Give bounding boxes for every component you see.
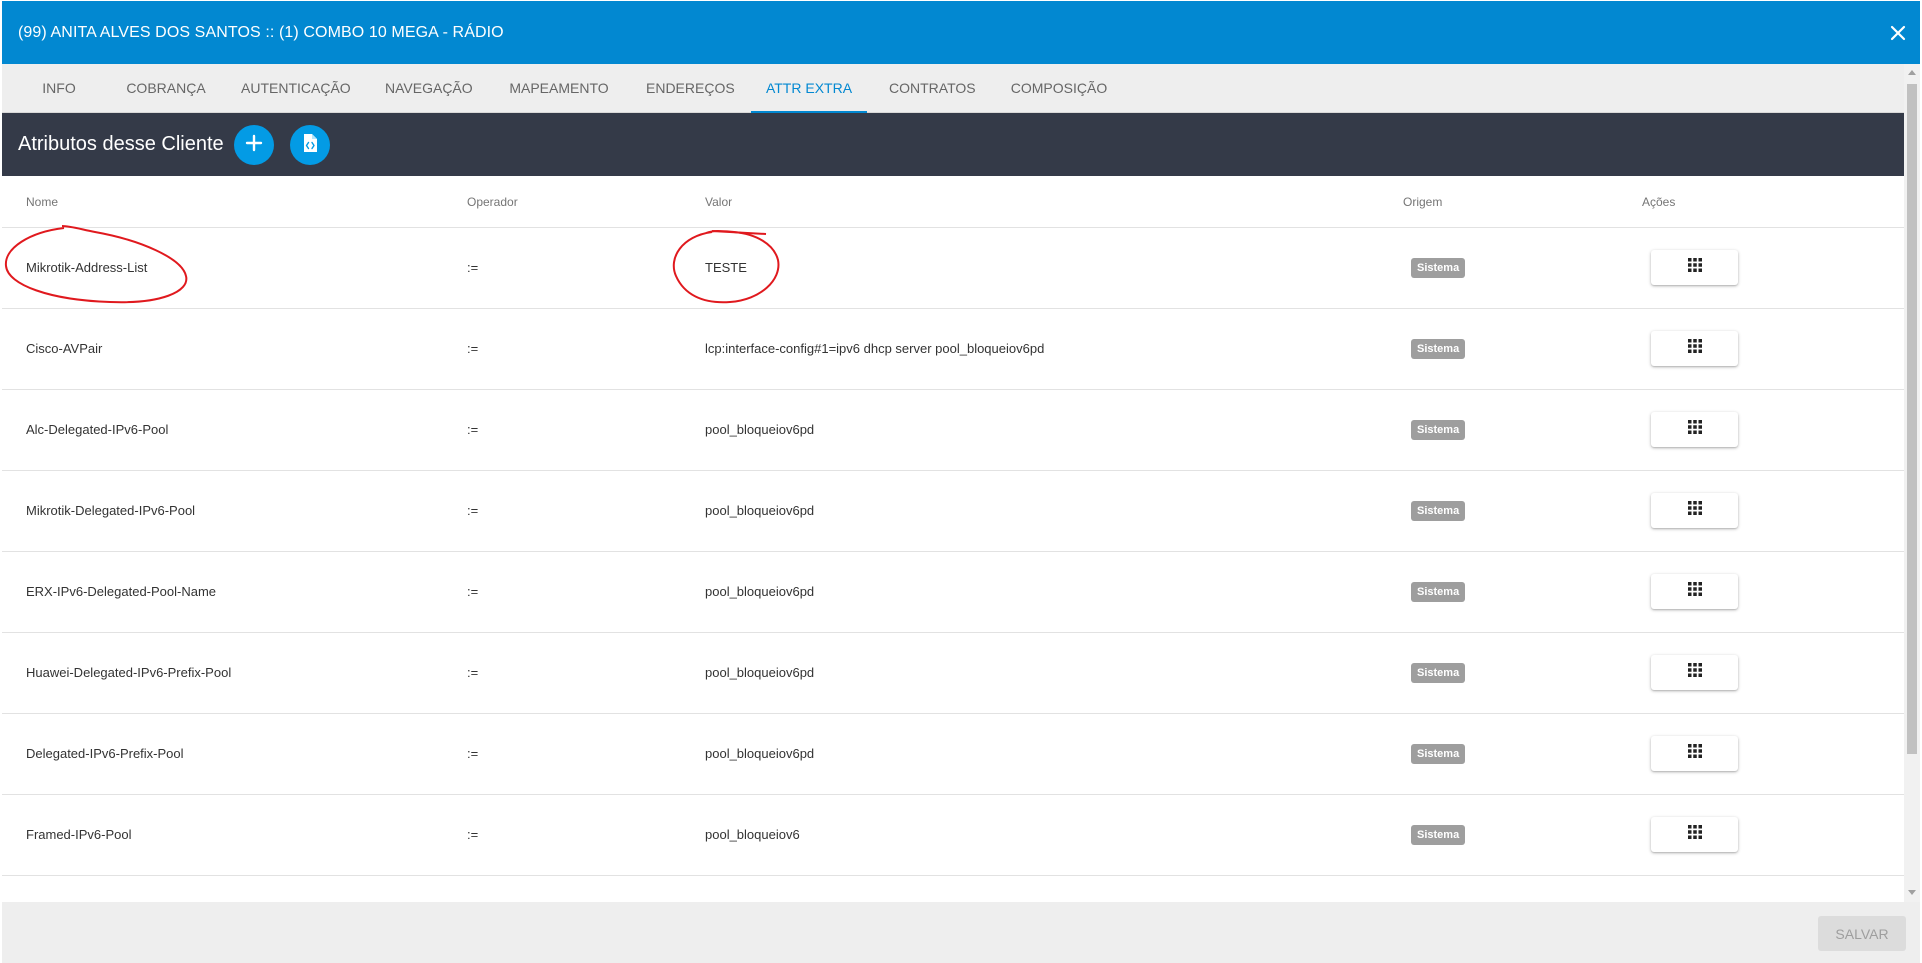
table-header: Nome Operador Valor Origem Ações <box>2 176 1904 228</box>
column-header-operador[interactable]: Operador <box>467 194 518 210</box>
dialog-footer: SALVAR <box>2 902 1920 963</box>
tab-attr-extra[interactable]: ATTR EXTRA <box>751 64 867 113</box>
cell-nome: Huawei-Delegated-IPv6-Prefix-Pool <box>26 665 232 680</box>
cell-operador: := <box>467 503 479 518</box>
section-toolbar: Atributos desse Cliente <box>2 113 1904 176</box>
row-actions-button[interactable] <box>1651 493 1738 528</box>
table-row: ERX-IPv6-Delegated-Pool-Name := pool_blo… <box>2 552 1904 633</box>
grid-menu-icon <box>1687 662 1703 683</box>
table-row: Cisco-AVPair := lcp:interface-config#1=i… <box>2 309 1904 390</box>
column-header-nome[interactable]: Nome <box>26 194 58 210</box>
column-header-origem[interactable]: Origem <box>1403 194 1442 210</box>
origin-badge: Sistema <box>1411 663 1466 683</box>
tab-composicao[interactable]: COMPOSIÇÃO <box>1010 64 1108 112</box>
tab-autenticacao[interactable]: AUTENTICAÇÃO <box>241 64 351 112</box>
table-row: Mikrotik-Delegated-IPv6-Pool := pool_blo… <box>2 471 1904 552</box>
table-row: Framed-IPv6-Pool := pool_bloqueiov6 Sist… <box>2 795 1904 876</box>
table-row: Mikrotik-Address-List := TESTE Sistema <box>2 228 1904 309</box>
dialog-title: (99) ANITA ALVES DOS SANTOS :: (1) COMBO… <box>18 24 504 41</box>
scrollbar-thumb[interactable] <box>1907 84 1917 754</box>
cell-nome: Framed-IPv6-Pool <box>26 827 132 842</box>
cell-operador: := <box>467 341 479 356</box>
table-row: Delegated-IPv6-Prefix-Pool := pool_bloqu… <box>2 714 1904 795</box>
origin-badge: Sistema <box>1411 582 1466 602</box>
column-header-acoes: Ações <box>1642 195 1676 209</box>
row-actions-button[interactable] <box>1651 736 1738 771</box>
save-button[interactable]: SALVAR <box>1818 916 1906 951</box>
scroll-up-arrow-icon[interactable] <box>1908 70 1916 75</box>
scroll-down-arrow-icon[interactable] <box>1908 890 1916 895</box>
cell-valor: pool_bloqueiov6pd <box>705 665 815 680</box>
origin-badge: Sistema <box>1411 825 1466 845</box>
cell-valor: pool_bloqueiov6pd <box>705 584 815 599</box>
cell-valor: pool_bloqueiov6pd <box>705 503 815 518</box>
cell-nome: Cisco-AVPair <box>26 341 103 356</box>
tab-cobranca[interactable]: COBRANÇA <box>126 64 206 112</box>
dialog-titlebar: (99) ANITA ALVES DOS SANTOS :: (1) COMBO… <box>2 1 1920 64</box>
plus-icon <box>245 134 263 157</box>
grid-menu-icon <box>1687 824 1703 845</box>
add-attribute-button[interactable] <box>234 125 274 165</box>
cell-operador: := <box>467 260 479 275</box>
cell-nome: Delegated-IPv6-Prefix-Pool <box>26 746 184 761</box>
tab-contratos[interactable]: CONTRATOS <box>889 64 976 112</box>
cell-valor: pool_bloqueiov6 <box>705 827 800 842</box>
cell-operador: := <box>467 746 479 761</box>
grid-menu-icon <box>1687 581 1703 602</box>
grid-menu-icon <box>1687 500 1703 521</box>
tab-info[interactable]: INFO <box>40 64 78 112</box>
grid-menu-icon <box>1687 338 1703 359</box>
row-actions-button[interactable] <box>1651 574 1738 609</box>
row-actions-button[interactable] <box>1651 331 1738 366</box>
tab-mapeamento[interactable]: MAPEAMENTO <box>509 64 609 112</box>
tab-navegacao[interactable]: NAVEGAÇÃO <box>385 64 473 112</box>
cell-operador: := <box>467 827 479 842</box>
grid-menu-icon <box>1687 419 1703 440</box>
origin-badge: Sistema <box>1411 339 1466 359</box>
code-export-button[interactable] <box>290 125 330 165</box>
grid-menu-icon <box>1687 257 1703 278</box>
section-heading: Atributos desse Cliente <box>18 133 224 155</box>
cell-valor: TESTE <box>705 260 747 275</box>
column-header-valor[interactable]: Valor <box>705 194 732 210</box>
code-file-icon <box>301 133 319 158</box>
cell-operador: := <box>467 422 479 437</box>
origin-badge: Sistema <box>1411 258 1466 278</box>
cell-nome: Alc-Delegated-IPv6-Pool <box>26 422 169 437</box>
tab-enderecos[interactable]: ENDEREÇOS <box>646 64 735 112</box>
origin-badge: Sistema <box>1411 501 1466 521</box>
cell-valor: pool_bloqueiov6pd <box>705 422 815 437</box>
cell-nome: ERX-IPv6-Delegated-Pool-Name <box>26 584 217 599</box>
table-row: Alc-Delegated-IPv6-Pool := pool_bloqueio… <box>2 390 1904 471</box>
cell-valor: pool_bloqueiov6pd <box>705 746 815 761</box>
cell-nome: Mikrotik-Delegated-IPv6-Pool <box>26 503 196 518</box>
table-row: Huawei-Delegated-IPv6-Prefix-Pool := poo… <box>2 633 1904 714</box>
vertical-scrollbar[interactable] <box>1904 64 1920 902</box>
cell-valor: lcp:interface-config#1=ipv6 dhcp server … <box>705 341 1045 356</box>
grid-menu-icon <box>1687 743 1703 764</box>
origin-badge: Sistema <box>1411 744 1466 764</box>
row-actions-button[interactable] <box>1651 250 1738 285</box>
tab-bar: INFO COBRANÇA AUTENTICAÇÃO NAVEGAÇÃO MAP… <box>2 64 1904 113</box>
row-actions-button[interactable] <box>1651 412 1738 447</box>
row-actions-button[interactable] <box>1651 817 1738 852</box>
cell-operador: := <box>467 584 479 599</box>
origin-badge: Sistema <box>1411 420 1466 440</box>
close-icon[interactable] <box>1886 21 1910 45</box>
cell-nome: Mikrotik-Address-List <box>26 260 148 275</box>
row-actions-button[interactable] <box>1651 655 1738 690</box>
cell-operador: := <box>467 665 479 680</box>
